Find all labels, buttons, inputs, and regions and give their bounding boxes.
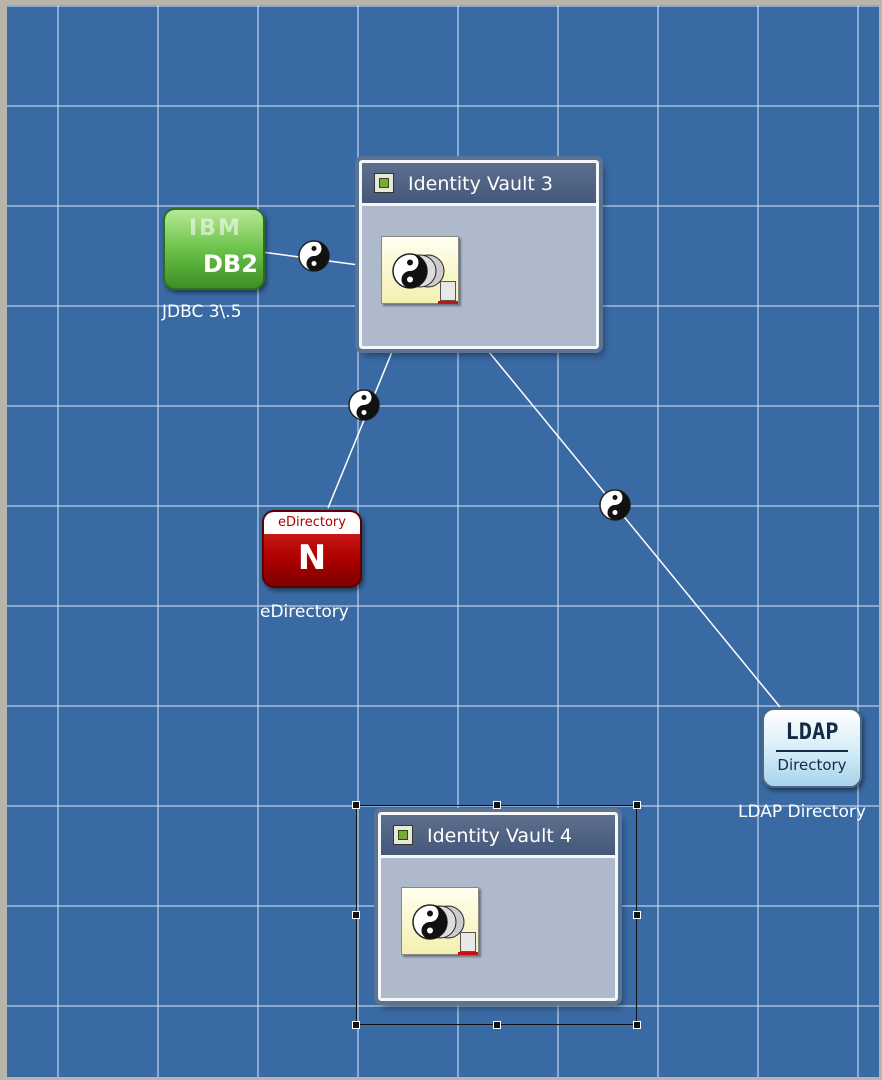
resize-handle-ne[interactable] [633,801,641,809]
edirectory-icon[interactable]: eDirectory N [262,510,362,588]
resize-handle-n[interactable] [493,801,501,809]
resize-handle-w[interactable] [352,911,360,919]
selection-box [356,805,637,1025]
ldap-divider [776,750,848,752]
resize-handle-s[interactable] [493,1021,501,1029]
ldap-title: LDAP [785,720,839,745]
db2-driver-icon[interactable] [298,240,330,272]
designer-canvas[interactable]: Identity Vault 3 Identity Vault 4 IBM DB… [0,0,882,1080]
driver-stack-icon [392,253,445,289]
edirectory-label: eDirectory [260,602,349,622]
vault-title: Identity Vault 3 [408,173,553,195]
identity-vault-3[interactable]: Identity Vault 3 [355,156,603,353]
vault-header: Identity Vault 3 [362,163,596,206]
db2-logo-text: DB2 [203,250,258,278]
document-icon [438,281,458,304]
edirectory-banner: eDirectory [264,512,360,534]
resize-handle-e[interactable] [633,911,641,919]
ldap-label: LDAP Directory [738,802,866,822]
edirectory-driver-icon[interactable] [348,389,380,421]
resize-handle-se[interactable] [633,1021,641,1029]
ldap-driver-icon[interactable] [599,489,631,521]
ldap-directory-icon[interactable]: LDAP Directory [762,708,862,788]
resize-handle-sw[interactable] [352,1021,360,1029]
resize-handle-nw[interactable] [352,801,360,809]
db2-label: JDBC 3\.5 [162,302,242,322]
edirectory-letter: N [297,538,327,578]
driverset-icon[interactable] [381,236,459,304]
ldap-subtitle: Directory [777,756,847,774]
vault-badge-icon [374,173,394,193]
ibm-db2-icon[interactable]: IBM DB2 [163,208,265,290]
ibm-logo-text: IBM [189,216,242,241]
